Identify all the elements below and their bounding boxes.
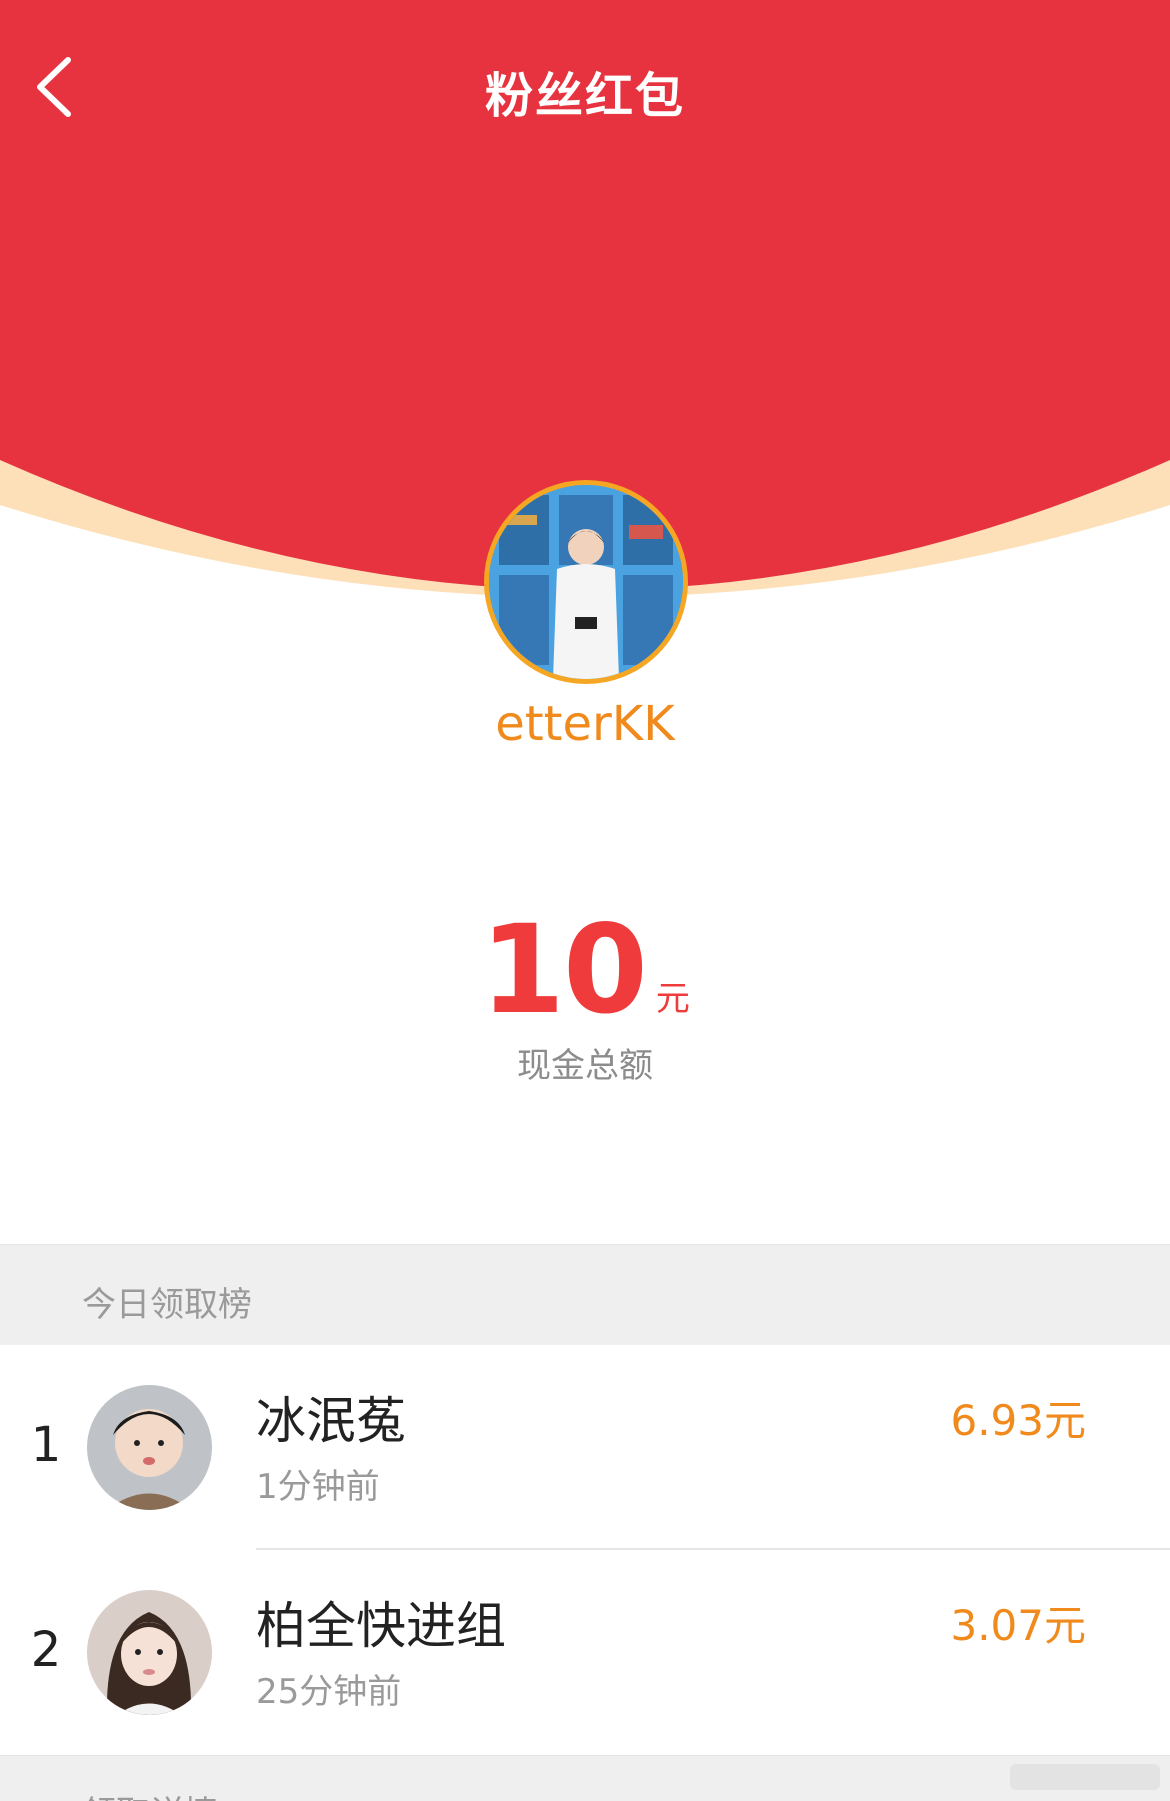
amount-label: 现金总额 [517, 1046, 653, 1086]
avatar[interactable] [87, 1385, 212, 1510]
row-time: 1分钟前 [256, 1467, 380, 1507]
avatar-image [87, 1385, 212, 1510]
details-header: 领取详情 [0, 1755, 1170, 1801]
page-title: 粉丝红包 [484, 68, 685, 124]
row-name: 柏全快进组 [256, 1597, 506, 1655]
leaderboard-row[interactable]: 2 柏全快进组 25分钟前 3.07元 [0, 1550, 1170, 1754]
rank-number: 1 [30, 1417, 62, 1473]
sender-avatar[interactable] [484, 480, 688, 684]
rank-number: 2 [30, 1622, 62, 1678]
details-title: 领取详情 [82, 1786, 218, 1801]
watermark-icon [1010, 1764, 1160, 1790]
row-time: 25分钟前 [256, 1672, 402, 1712]
row-amount: 3.07元 [950, 1601, 1086, 1650]
row-name: 冰泯菟 [256, 1392, 406, 1450]
avatar[interactable] [87, 1590, 212, 1715]
sender-avatar-image [489, 485, 683, 679]
amount-unit: 元 [655, 979, 690, 1019]
amount-value: 10 [480, 899, 648, 1041]
leaderboard-title: 今日领取榜 [82, 1285, 252, 1325]
leaderboard-row[interactable]: 1 冰泯菟 1分钟前 6.93元 [0, 1345, 1170, 1549]
leaderboard-header: 今日领取榜 [0, 1244, 1170, 1345]
row-amount: 6.93元 [950, 1396, 1086, 1445]
page: 粉丝红包 etterKK 10 元 现金总额 今日领取榜 1 冰泯菟 1分钟前 … [0, 0, 1170, 1801]
amount-display: 10 元 [0, 905, 1170, 1035]
avatar-image [87, 1590, 212, 1715]
sender-name[interactable]: etterKK [0, 696, 1170, 752]
